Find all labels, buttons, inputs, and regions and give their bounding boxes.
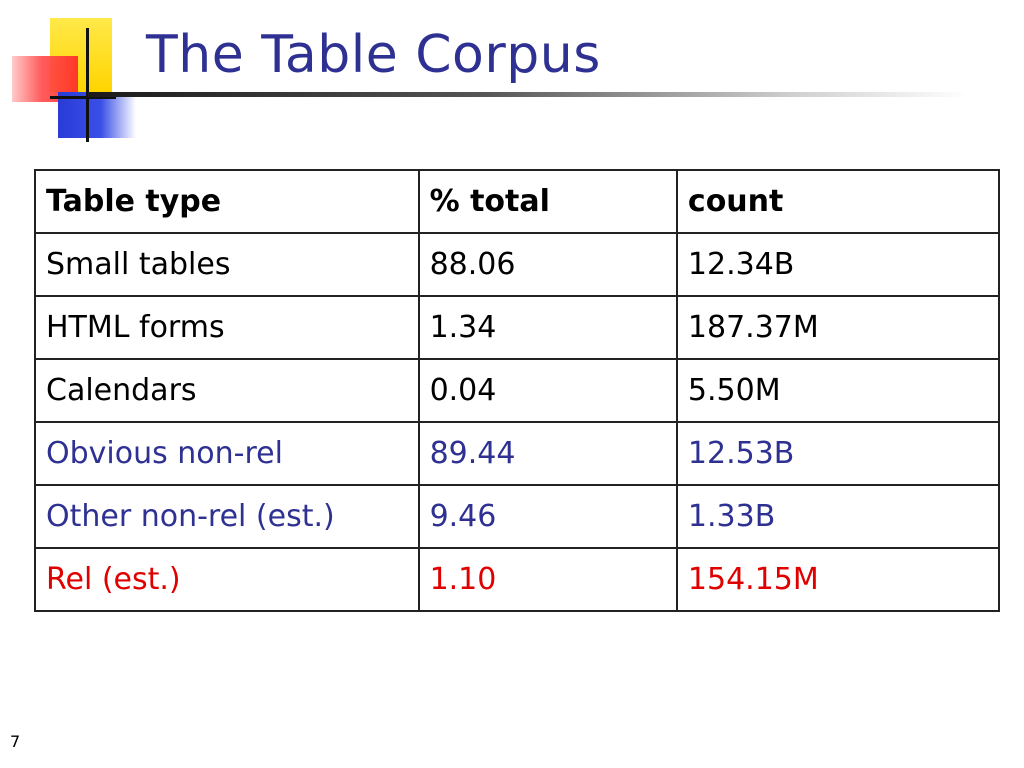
cell-table-type: Obvious non-rel (34, 421, 420, 486)
table-row: Small tables 88.06 12.34B (34, 232, 1001, 297)
cell-pct-total: 89.44 (417, 421, 678, 486)
logo-vertical-line (86, 28, 89, 142)
table-row: Obvious non-rel 89.44 12.53B (34, 421, 1001, 486)
table-row: Calendars 0.04 5.50M (34, 358, 1001, 423)
header-pct-total: % total (417, 169, 678, 234)
cell-pct-total: 88.06 (417, 232, 678, 297)
table-header-row: Table type % total count (34, 169, 1001, 234)
slide: The Table Corpus Table type % total coun… (0, 0, 1024, 768)
cell-table-type: Rel (est.) (34, 547, 420, 612)
cell-pct-total: 1.10 (417, 547, 678, 612)
cell-count: 187.37M (675, 295, 1001, 360)
table-row: Rel (est.) 1.10 154.15M (34, 547, 1001, 612)
header-count: count (675, 169, 1001, 234)
cell-pct-total: 9.46 (417, 484, 678, 549)
cell-count: 1.33B (675, 484, 1001, 549)
header-table-type: Table type (34, 169, 420, 234)
table-row: HTML forms 1.34 187.37M (34, 295, 1001, 360)
slide-title: The Table Corpus (146, 25, 601, 85)
cell-count: 154.15M (675, 547, 1001, 612)
cell-count: 12.34B (675, 232, 1001, 297)
cell-pct-total: 1.34 (417, 295, 678, 360)
cell-table-type: Other non-rel (est.) (34, 484, 420, 549)
table-corpus: Table type % total count Small tables 88… (34, 169, 1001, 612)
cell-pct-total: 0.04 (417, 358, 678, 423)
table-row: Other non-rel (est.) 9.46 1.33B (34, 484, 1001, 549)
cell-table-type: Calendars (34, 358, 420, 423)
cell-count: 5.50M (675, 358, 1001, 423)
page-number: 7 (10, 732, 21, 751)
cell-table-type: Small tables (34, 232, 420, 297)
cell-table-type: HTML forms (34, 295, 420, 360)
title-underline (88, 92, 968, 97)
cell-count: 12.53B (675, 421, 1001, 486)
